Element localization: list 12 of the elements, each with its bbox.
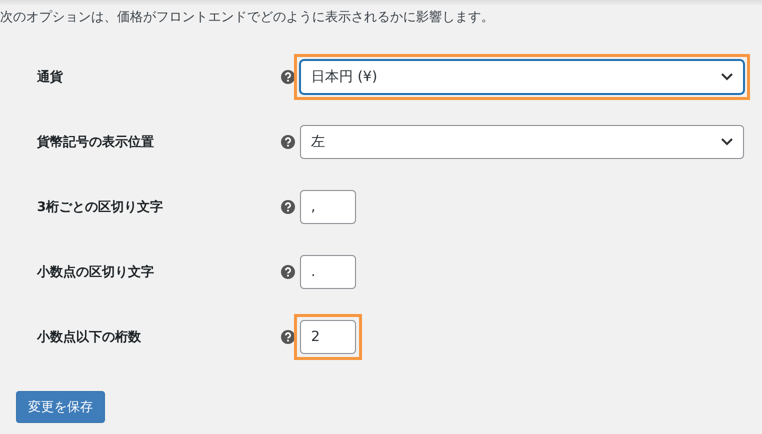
input-field[interactable]: . (300, 254, 356, 288)
field-label: 3桁ごとの区切り文字 (37, 198, 164, 216)
field-label: 貨幣記号の表示位置 (37, 134, 155, 150)
field-label: 小数点以下の桁数 (37, 328, 142, 346)
intro-text: 次のオプションは、価格がフロントエンドでどのように表示されるかに影響します。 (0, 9, 495, 27)
select-field[interactable]: 日本円 (¥) (300, 60, 744, 94)
field-label: 小数点の区切り文字 (37, 264, 155, 280)
field-label: 通貨 (37, 68, 64, 86)
select-field[interactable]: 左 (300, 124, 744, 158)
input-field[interactable]: 2 (300, 320, 356, 354)
input-field[interactable]: , (300, 190, 356, 224)
save-button[interactable]: 変更を保存 (16, 391, 105, 423)
